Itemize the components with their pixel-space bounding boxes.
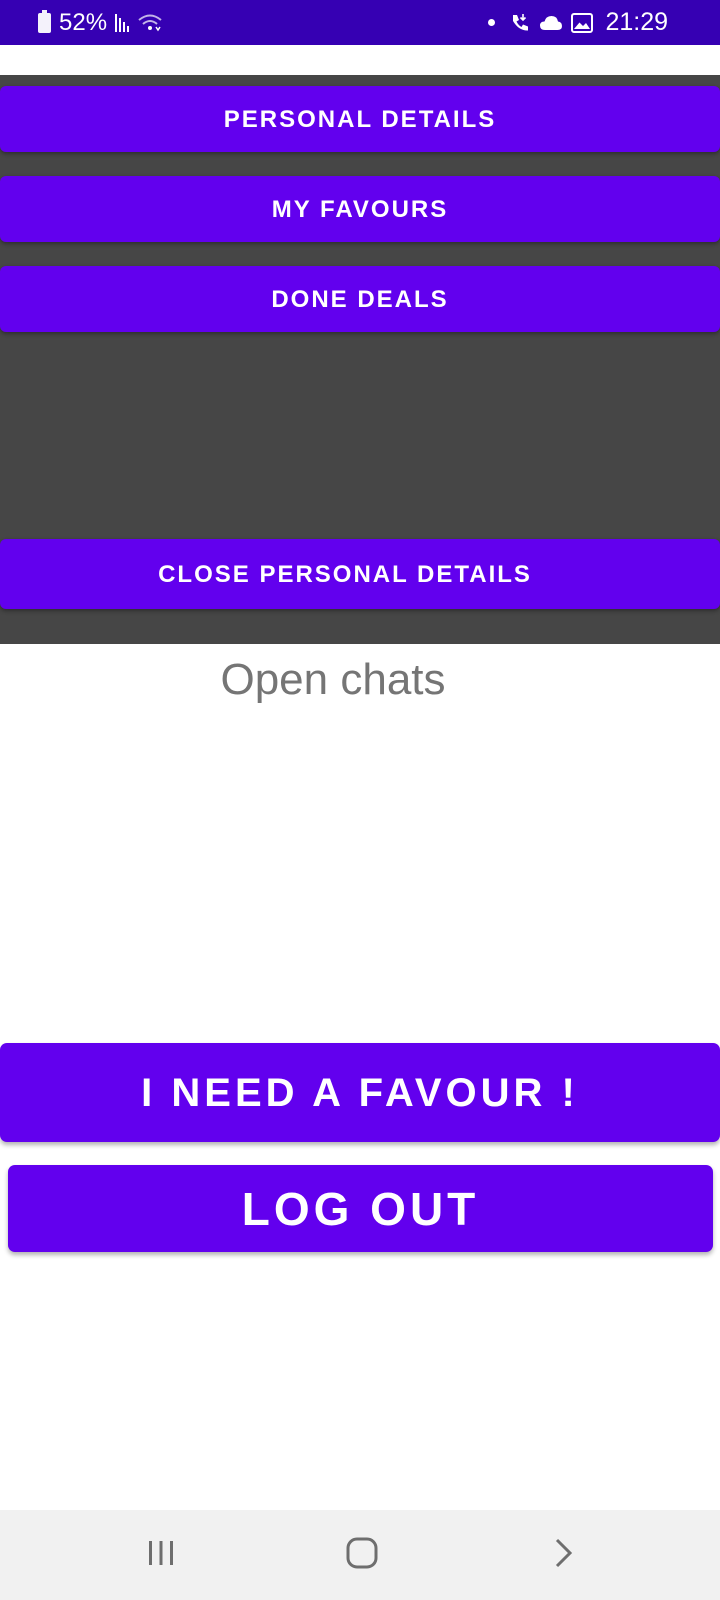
done-deals-button[interactable]: DONE DEALS xyxy=(0,266,720,332)
signal-icon xyxy=(115,13,130,32)
status-left: 52% xyxy=(38,9,163,37)
call-icon xyxy=(509,12,531,34)
battery-icon xyxy=(38,9,51,33)
home-icon xyxy=(345,1536,379,1575)
navigation-bar xyxy=(0,1510,720,1600)
personal-details-panel: PERSONAL DETAILS MY FAVOURS DONE DEALS C… xyxy=(0,75,720,644)
open-chats-title: Open chats xyxy=(220,655,446,704)
back-icon xyxy=(551,1537,575,1574)
wifi-icon xyxy=(137,13,163,33)
clock: 21:29 xyxy=(605,8,668,36)
battery-percent: 52% xyxy=(59,8,108,36)
cloud-icon xyxy=(539,15,563,31)
top-strip xyxy=(0,45,720,75)
logout-button[interactable]: LOG OUT xyxy=(8,1165,713,1252)
recents-button[interactable] xyxy=(111,1510,211,1600)
my-favours-button[interactable]: MY FAVOURS xyxy=(0,176,720,242)
dot-icon xyxy=(488,19,496,26)
image-icon xyxy=(571,12,594,33)
close-personal-details-button[interactable]: CLOSE PERSONAL DETAILS xyxy=(0,539,720,609)
status-bar: 52% 21:29 xyxy=(0,0,720,45)
status-right: 21:29 xyxy=(488,8,668,37)
need-favour-button[interactable]: I NEED A FAVOUR ! xyxy=(0,1043,720,1142)
home-button[interactable] xyxy=(312,1510,412,1600)
personal-details-button[interactable]: PERSONAL DETAILS xyxy=(0,86,720,152)
recents-icon xyxy=(146,1539,176,1572)
back-button[interactable] xyxy=(513,1510,613,1600)
